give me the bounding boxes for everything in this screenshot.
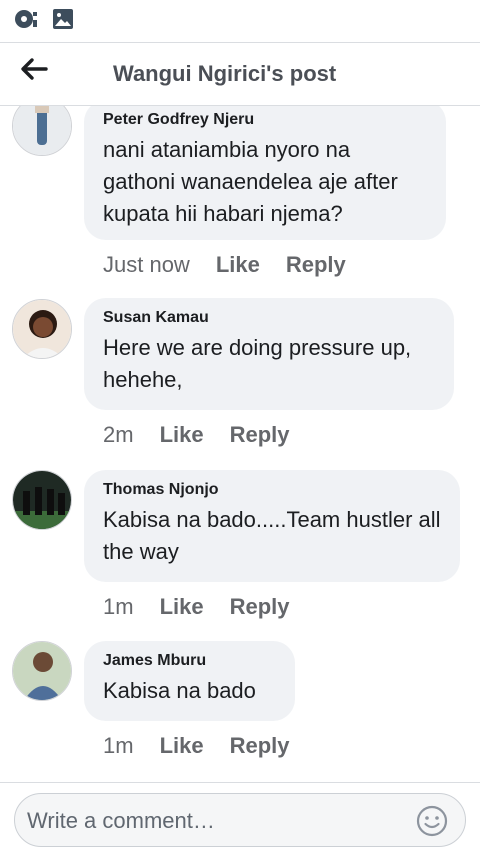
comment-composer-area: Write a comment… <box>0 782 480 854</box>
comment-author[interactable]: Susan Kamau <box>103 308 436 328</box>
comment-input-placeholder: Write a comment… <box>27 808 215 833</box>
back-arrow-icon <box>21 58 48 80</box>
like-button[interactable]: Like <box>160 594 204 619</box>
comment-author[interactable]: James Mburu <box>103 651 277 671</box>
comment-meta: 2m Like Reply <box>103 422 290 448</box>
comment-author[interactable]: Thomas Njonjo <box>103 480 442 500</box>
comment-text: Here we are doing pressure up, hehehe, <box>103 335 412 392</box>
like-button[interactable]: Like <box>160 733 204 758</box>
comment-time: 1m <box>103 733 134 758</box>
avatar[interactable] <box>12 641 72 701</box>
comment-bubble[interactable]: Thomas Njonjo Kabisa na bado.....Team hu… <box>84 470 460 582</box>
reply-button[interactable]: Reply <box>286 252 346 277</box>
reply-button[interactable]: Reply <box>230 733 290 758</box>
reply-button[interactable]: Reply <box>230 594 290 619</box>
comment-text: Kabisa na bado.....Team hustler all the … <box>103 507 441 564</box>
comment-author[interactable]: Peter Godfrey Njeru <box>103 110 428 130</box>
emoji-button[interactable] <box>415 804 449 838</box>
comment-bubble[interactable]: Peter Godfrey Njeru nani ataniambia nyor… <box>84 106 446 240</box>
image-icon <box>52 8 74 35</box>
like-button[interactable]: Like <box>160 422 204 447</box>
comment-meta: 1m Like Reply <box>103 594 290 620</box>
smiley-icon <box>416 805 448 837</box>
comment-text: Kabisa na bado <box>103 678 256 703</box>
comment-time: 1m <box>103 594 134 619</box>
comments-feed[interactable]: Peter Godfrey Njeru nani ataniambia nyor… <box>0 106 480 782</box>
mic-record-icon <box>14 8 40 35</box>
top-bar: Wangui Ngirici's post <box>0 42 480 106</box>
avatar[interactable] <box>12 106 72 156</box>
avatar[interactable] <box>12 299 72 359</box>
comment-time: 2m <box>103 422 134 447</box>
comment-input[interactable]: Write a comment… <box>14 793 466 847</box>
like-button[interactable]: Like <box>216 252 260 277</box>
avatar[interactable] <box>12 470 72 530</box>
back-button[interactable] <box>18 57 52 91</box>
comment-bubble[interactable]: James Mburu Kabisa na bado <box>84 641 295 721</box>
comment-meta: Just now Like Reply <box>103 252 346 278</box>
comment-meta: 1m Like Reply <box>103 733 290 759</box>
reply-button[interactable]: Reply <box>230 422 290 447</box>
comment-text: nani ataniambia nyoro na gathoni wanaend… <box>103 137 398 226</box>
page-title: Wangui Ngirici's post <box>113 61 337 86</box>
status-bar <box>0 0 480 42</box>
comment-time: Just now <box>103 252 190 277</box>
comment-bubble[interactable]: Susan Kamau Here we are doing pressure u… <box>84 298 454 410</box>
